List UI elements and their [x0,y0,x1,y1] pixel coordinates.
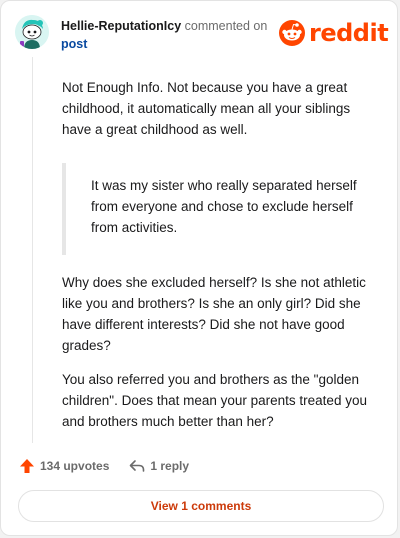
upvote-count: 134 upvotes [40,459,110,473]
upvote-arrow-icon [19,458,35,474]
thread-line[interactable] [32,57,33,443]
upvote-button[interactable]: 134 upvotes [19,458,109,474]
reply-icon [129,458,145,474]
snoo-avatar-icon [15,15,49,49]
comment-header: Hellie-ReputationIcy commented on post [61,17,281,53]
avatar[interactable] [15,15,49,49]
view-comments-button[interactable]: View 1 comments [18,490,384,522]
comment-card: Hellie-ReputationIcy commented on post r… [0,0,398,536]
reply-count: 1 reply [150,459,190,473]
brand-wordmark: reddit [309,19,389,47]
comment-body: Not Enough Info. Not because you have a … [62,77,380,432]
reddit-logo[interactable]: reddit [279,18,389,48]
post-link[interactable]: post [61,37,87,51]
quote-text: It was my sister who really separated he… [91,178,357,235]
reply-button[interactable]: 1 reply [129,458,189,474]
blockquote: It was my sister who really separated he… [62,163,380,255]
comment-paragraph: You also referred you and brothers as th… [62,372,367,429]
comment-footer: 134 upvotes 1 reply [19,457,189,475]
view-comments-label: View 1 comments [150,499,252,513]
username-link[interactable]: Hellie-ReputationIcy [61,19,181,33]
comment-paragraph: Why does she excluded herself? Is she no… [62,275,366,353]
comment-paragraph: Not Enough Info. Not because you have a … [62,80,351,137]
reddit-alien-icon [279,20,305,46]
action-text: commented on [184,19,268,33]
